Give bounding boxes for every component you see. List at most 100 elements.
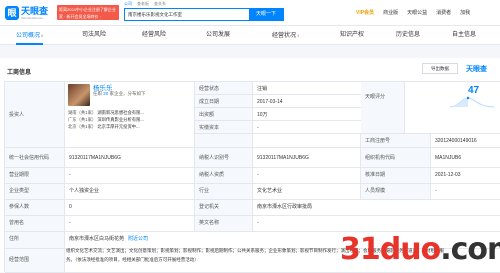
taxpayer-value: 91320117MA1NJUB6G <box>253 148 361 168</box>
tax-qual-value: - <box>253 168 361 184</box>
tab-label: 自主信息 <box>452 32 477 38</box>
search-tab-relation[interactable]: 查关系 <box>154 1 166 7</box>
search-input[interactable] <box>128 11 248 19</box>
company-tabs: 公司概况6 司法风险 经营风险 公司发展 经营状况3 知识产权 历史信息 自主信… <box>0 26 500 45</box>
tab-label: 司法风险 <box>82 32 107 38</box>
paid-label: 实缴资本 <box>195 121 253 134</box>
term-label: 营业期限 <box>5 168 65 184</box>
score-gauge-icon <box>450 96 494 108</box>
nearby-companies-link[interactable]: 附近公司 <box>128 236 148 242</box>
tab-label: 经营风险 <box>142 32 167 38</box>
tab-label: 知识产权 <box>340 32 365 38</box>
score-value: 47 <box>468 85 480 96</box>
insured-label: 参保人数 <box>5 200 65 216</box>
authority-value: 南京市溧水区行政审批局 <box>253 200 500 216</box>
scope-label: 经营范围 <box>5 249 65 273</box>
investor-label: 投资人 <box>5 82 65 148</box>
relation-item[interactable]: 北京（共1家） 北京丰厚开元投资中... <box>68 124 140 130</box>
watermark: 31duo.com <box>340 232 500 267</box>
former-value: - <box>65 216 195 232</box>
nav-vip[interactable]: VIP会员 <box>356 9 374 17</box>
brand-name: 天眼查 <box>21 6 49 16</box>
export-data-button[interactable]: 导出数据 <box>422 63 458 74</box>
tab-count: 6 <box>41 33 44 38</box>
role-suffix: 家企业，分布如下 <box>109 91 146 96</box>
blank-value <box>253 134 361 148</box>
staff-label: 人员规模 <box>361 184 431 200</box>
address-label: 住所 <box>5 232 65 249</box>
address-value: 南京市溧水区白马街花苑 <box>69 236 125 242</box>
nav-consumer[interactable]: 消费者 <box>436 9 451 17</box>
search-type-tabs: 公司 查老板 查关系 <box>124 1 166 7</box>
tax-qual-label: 纳税人资质 <box>195 168 253 184</box>
top-bar: 眼 天眼查 TianYancha.com 距离2024中小企业注册了解企业家 ·… <box>0 0 500 26</box>
type-label: 企业类型 <box>5 184 65 200</box>
tab-label: 历史信息 <box>396 32 421 38</box>
relation-item[interactable]: 湖南（共1家） 湖南新况思想社会有限... <box>68 110 144 116</box>
search-box: 天眼一下 <box>124 8 284 21</box>
tab-legal-risk[interactable]: 司法风险 <box>82 26 106 45</box>
section-title: 工商信息 <box>7 70 32 76</box>
promo-banner[interactable]: 距离2024中小企业注册了解企业家 · 新开会员全场特价 · <box>57 5 119 20</box>
industry-label: 行业 <box>195 184 253 200</box>
approved-label: 核准日期 <box>361 168 431 184</box>
section-brand: 天眼查 <box>466 66 487 73</box>
nav-business[interactable]: 商业版 <box>383 9 398 17</box>
relation-item[interactable]: 广东（共1家） 深圳传真影业分析有限... <box>68 117 144 123</box>
relation-province: 湖南（共1家） <box>68 110 97 115</box>
status-label: 经营状态 <box>195 82 253 95</box>
score-widget[interactable]: 47 <box>448 82 496 109</box>
tab-operation-risk[interactable]: 经营风险 <box>142 26 166 45</box>
watermark-suffix: .com <box>440 232 500 267</box>
brand-logo[interactable]: 眼 天眼查 TianYancha.com <box>5 6 57 20</box>
capital-label: 出资额 <box>195 108 253 121</box>
eng-label: 英文名称 <box>195 216 253 232</box>
tab-label: 经营状况 <box>272 33 297 39</box>
taxpayer-label: 纳税人识别号 <box>195 148 253 168</box>
approved-value: 2021-12-03 <box>431 168 500 184</box>
logo-eye-icon: 眼 <box>5 6 19 20</box>
relation-company: 湖南新况思想社会有限... <box>97 110 144 115</box>
nav-add-me[interactable]: 加我 <box>460 9 470 17</box>
search-tab-boss[interactable]: 查老板 <box>137 1 149 7</box>
tab-self-info[interactable]: 自主信息 <box>452 26 476 45</box>
relation-company: 北京丰厚开元投资中... <box>97 124 140 129</box>
role-prefix: 任职 <box>93 91 102 96</box>
authority-label: 登记机关 <box>195 200 253 216</box>
brand-url: TianYancha.com <box>21 16 44 20</box>
tab-ip[interactable]: 知识产权 <box>340 26 364 45</box>
investor-avatar[interactable] <box>68 84 90 106</box>
tab-label: 公司发展 <box>206 32 231 38</box>
tab-development[interactable]: 公司发展 <box>206 26 230 45</box>
tab-operation-status[interactable]: 经营状况3 <box>272 26 299 45</box>
tab-label: 公司概况 <box>16 33 41 39</box>
relation-province: 广东（共1家） <box>68 117 97 122</box>
search-button[interactable]: 天眼一下 <box>249 9 283 20</box>
term-value: - <box>65 168 195 184</box>
header-nav: VIP会员 商业版 天眼公益 消费者 加我 <box>356 9 470 17</box>
nav-charity[interactable]: 天眼公益 <box>407 9 427 17</box>
former-label: 曾用名 <box>5 216 65 232</box>
tab-history[interactable]: 历史信息 <box>396 26 420 45</box>
type-value: 个人独资企业 <box>65 184 195 200</box>
insured-value: 0 <box>65 200 195 216</box>
org-code-value: MA1NJUB6 <box>431 148 500 168</box>
role-count[interactable]: 20 <box>103 91 108 96</box>
eng-value: - <box>253 216 500 232</box>
score-label: 天眼评分 <box>361 82 405 134</box>
blank-label <box>195 134 253 148</box>
search-tab-company[interactable]: 公司 <box>124 1 132 7</box>
relation-province: 北京（共1家） <box>68 124 97 129</box>
staff-value: - <box>431 184 500 200</box>
credit-value: 91320117MA1NJUB6G <box>65 148 195 168</box>
watermark-main: 31duo <box>340 232 441 267</box>
credit-label: 统一社会信用代码 <box>5 148 65 168</box>
tab-overview[interactable]: 公司概况6 <box>16 26 44 45</box>
tab-count: 3 <box>297 33 300 38</box>
investor-role-summary: 任职 20 家企业，分布如下 <box>93 91 146 97</box>
org-code-label: 组织机构代码 <box>361 148 431 168</box>
reg-no-value: 320124000149016 <box>431 134 500 148</box>
reg-no-label: 工商注册号 <box>361 134 431 148</box>
industry-value: 文化艺术业 <box>253 184 361 200</box>
founded-label: 成立日期 <box>195 95 253 108</box>
